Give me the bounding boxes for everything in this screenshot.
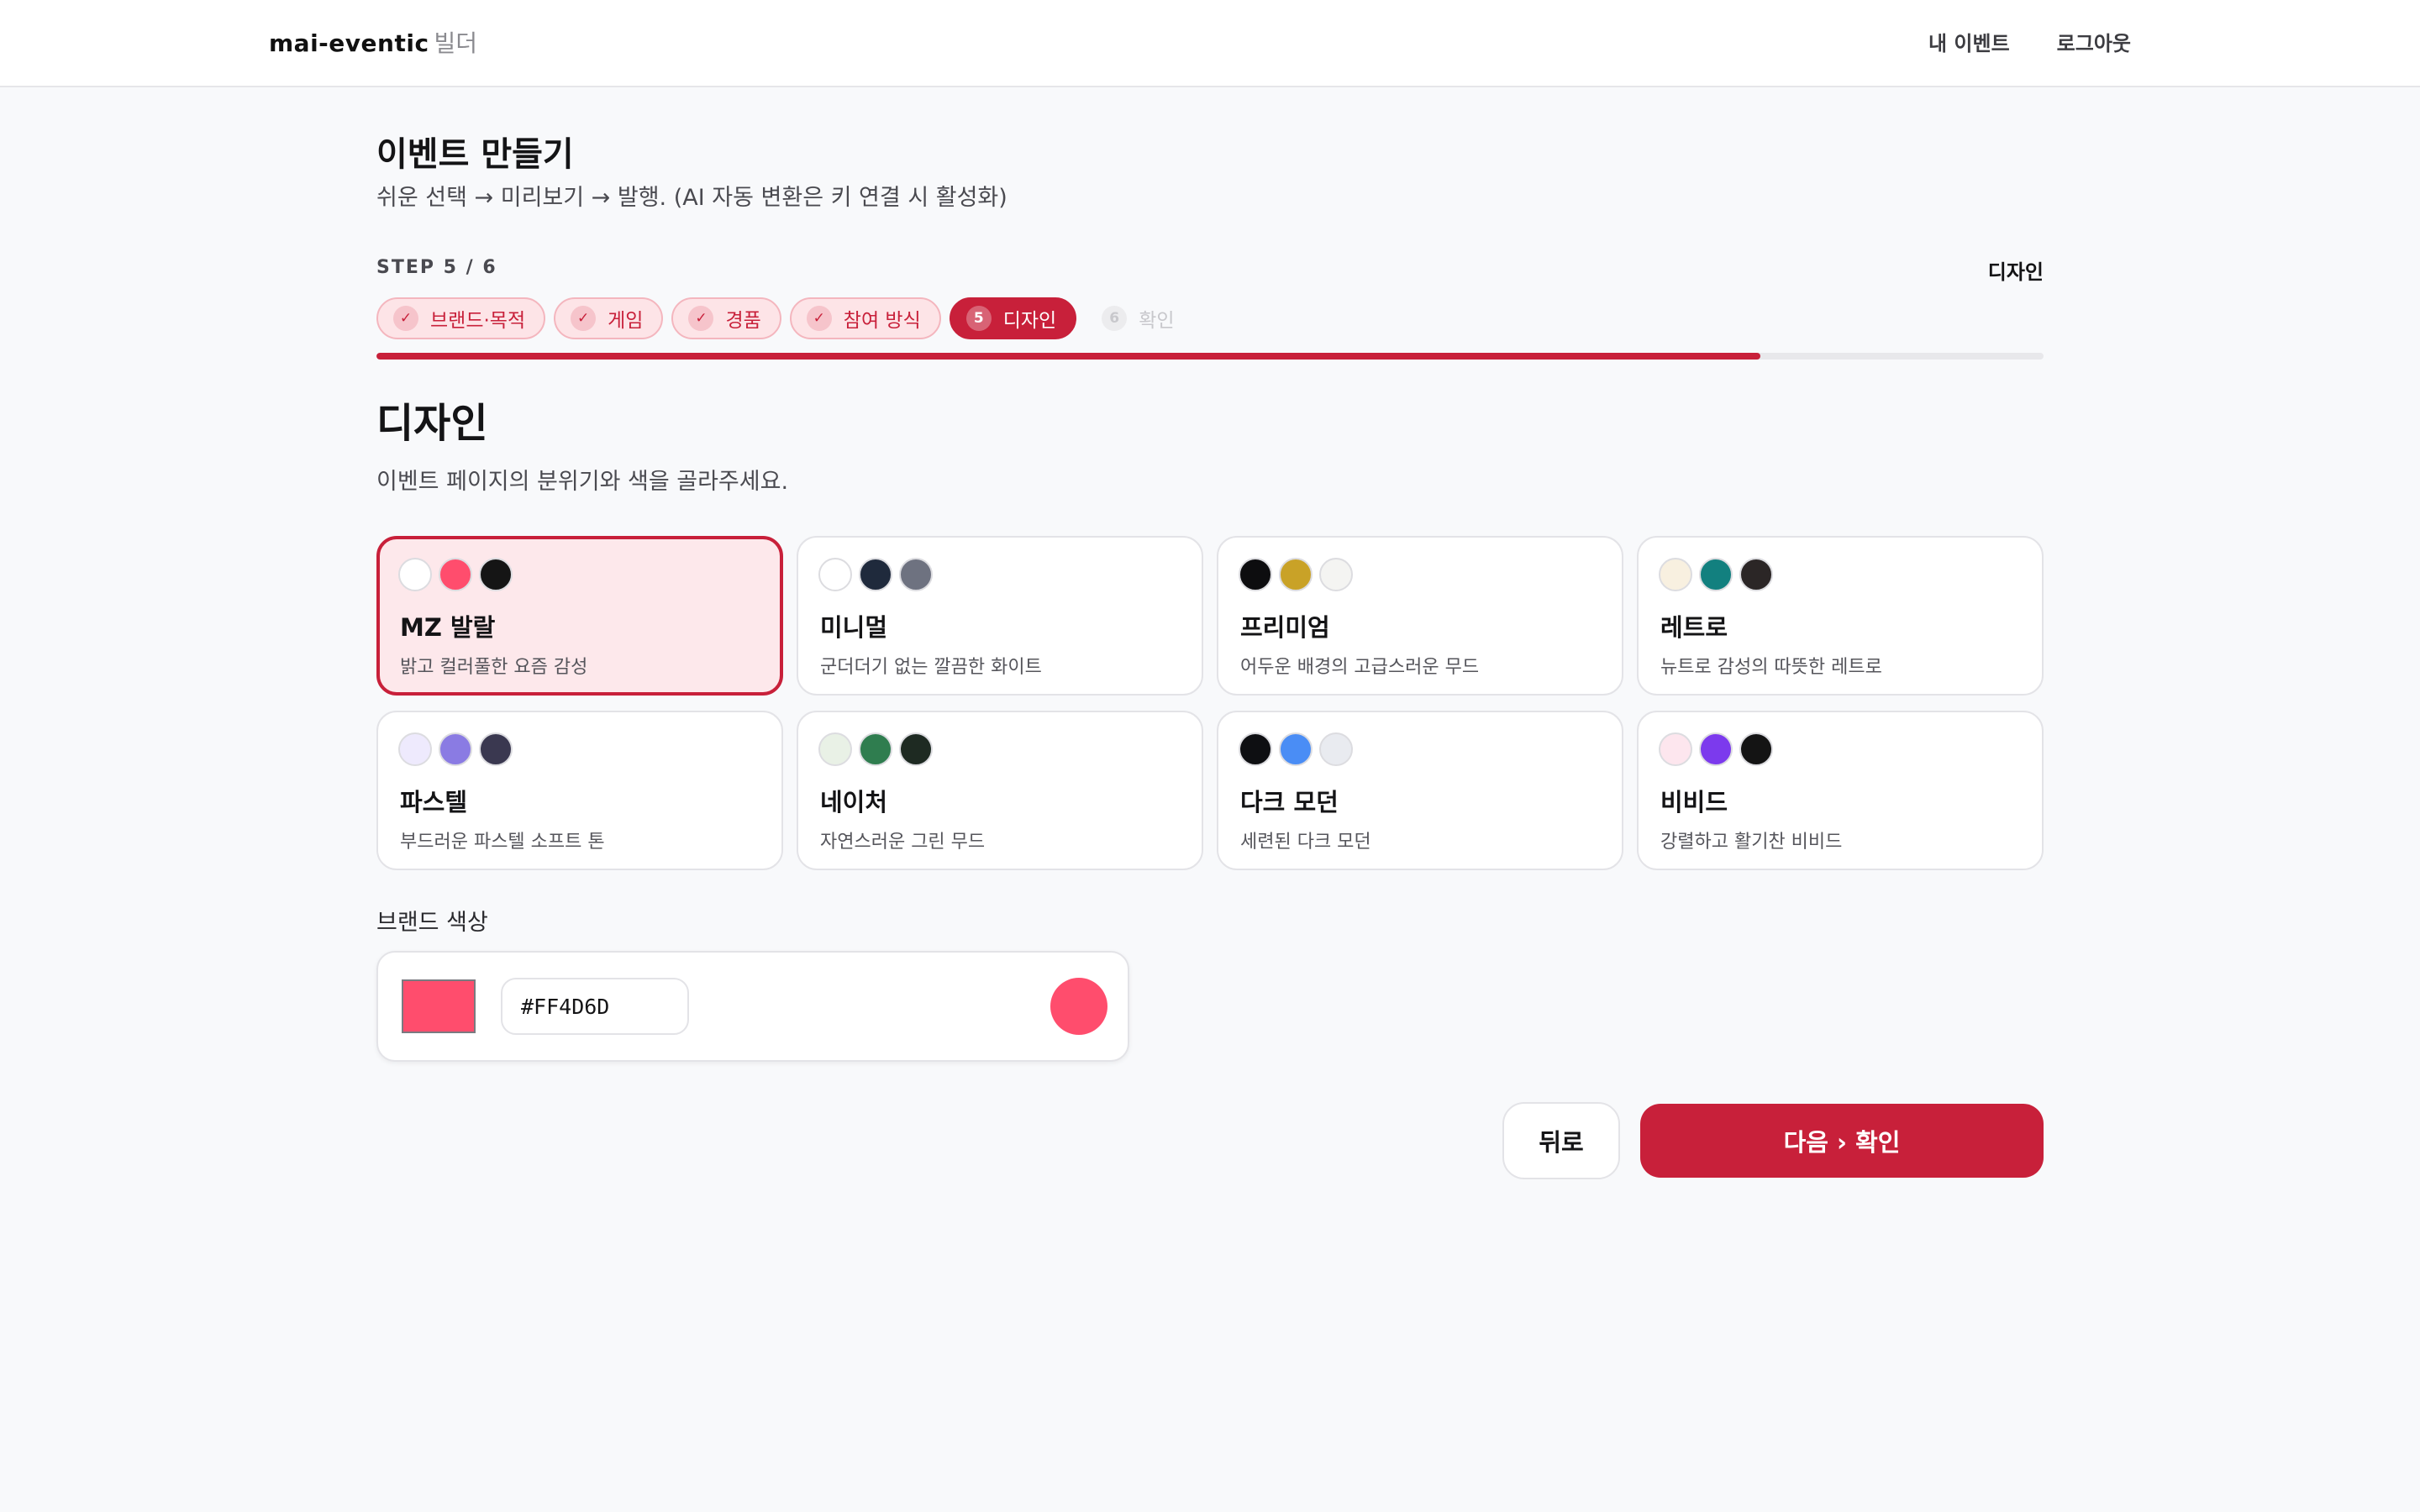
theme-description: 뉴트로 감성의 따뜻한 레트로 [1660,657,1882,678]
theme-name: 프리미엄 [1240,613,1330,642]
theme-card-premium[interactable]: 프리미엄 어두운 배경의 고급스러운 무드 [1217,536,1623,696]
color-picker-swatch[interactable] [402,979,476,1033]
theme-name: 네이처 [820,788,888,816]
brand-name: mai-eventic [269,29,429,57]
back-button[interactable]: 뒤로 [1502,1102,1620,1179]
color-swatch [1279,732,1313,766]
step-number: 6 [1102,306,1128,331]
step-chip-game[interactable]: ✓ 게임 [554,297,664,339]
check-icon: ✓ [393,306,418,331]
color-swatch [439,732,472,766]
theme-card-minimal[interactable]: 미니멀 군더더기 없는 깔끔한 화이트 [797,536,1203,696]
theme-swatches [818,732,933,766]
step-chip-brand-purpose[interactable]: ✓ 브랜드·목적 [376,297,546,339]
step-number: 5 [965,306,992,331]
theme-description: 어두운 배경의 고급스러운 무드 [1240,657,1480,678]
theme-name: 비비드 [1660,788,1728,816]
step-chip-participation[interactable]: ✓ 참여 방식 [789,297,941,339]
check-icon: ✓ [571,306,597,331]
color-swatch [1659,558,1692,591]
color-swatch [899,558,933,591]
section-title: 디자인 [376,400,488,447]
theme-card-mz[interactable]: MZ 발랄 밝고 컬러풀한 요즘 감성 [376,536,783,696]
progress-bar [376,353,2044,360]
step-label: 참여 방식 [843,310,921,332]
hex-color-input[interactable] [501,978,689,1035]
nav-logout-link[interactable]: 로그아웃 [2057,29,2131,59]
theme-description: 강렬하고 활기찬 비비드 [1660,832,1843,853]
theme-description: 부드러운 파스텔 소프트 톤 [400,832,605,853]
theme-description: 세련된 다크 모던 [1240,832,1371,853]
step-chip-prize[interactable]: ✓ 경품 [671,297,781,339]
theme-description: 군더더기 없는 깔끔한 화이트 [820,657,1042,678]
color-swatch [439,558,472,591]
theme-name: 미니멀 [820,613,888,642]
brand-subtitle: 빌더 [434,29,478,57]
theme-swatches [1659,732,1773,766]
color-swatch [1659,732,1692,766]
theme-swatches [1659,558,1773,591]
color-swatch [1699,558,1733,591]
color-swatch [398,558,432,591]
color-swatch [859,558,892,591]
progress-bar-fill [376,353,1760,360]
theme-name: 다크 모던 [1240,788,1339,816]
color-swatch [818,732,852,766]
color-swatch [479,732,513,766]
page-title: 이벤트 만들기 [376,135,574,174]
brand-color-picker [376,951,1129,1062]
color-swatch [1279,558,1313,591]
theme-swatches [398,558,513,591]
theme-card-dark-modern[interactable]: 다크 모던 세련된 다크 모던 [1217,711,1623,870]
color-swatch [899,732,933,766]
theme-name: MZ 발랄 [400,613,496,642]
next-button[interactable]: 다음 › 확인 [1640,1104,2044,1178]
theme-swatches [398,732,513,766]
color-swatch [1739,558,1773,591]
theme-card-vivid[interactable]: 비비드 강렬하고 활기찬 비비드 [1637,711,2044,870]
theme-swatches [818,558,933,591]
section-subtitle: 이벤트 페이지의 분위기와 색을 골라주세요. [376,469,789,495]
nav-my-events-link[interactable]: 내 이벤트 [1928,29,2010,59]
step-counter: STEP 5 / 6 [376,257,497,278]
page-subtitle: 쉬운 선택 → 미리보기 → 발행. (AI 자동 변환은 키 연결 시 활성화… [376,185,1007,211]
step-label: 경품 [725,310,761,332]
theme-name: 파스텔 [400,788,468,816]
theme-description: 자연스러운 그린 무드 [820,832,986,853]
color-swatch [1699,732,1733,766]
step-label: 게임 [608,310,644,332]
theme-card-pastel[interactable]: 파스텔 부드러운 파스텔 소프트 톤 [376,711,783,870]
theme-description: 밝고 컬러풀한 요즘 감성 [400,657,588,678]
color-preview-circle [1050,978,1107,1035]
theme-swatches [1239,558,1353,591]
theme-swatches [1239,732,1353,766]
color-swatch [1239,558,1272,591]
stepper: ✓ 브랜드·목적 ✓ 게임 ✓ 경품 ✓ 참여 방식 5 디자인 6 확인 [376,297,1195,339]
theme-name: 레트로 [1660,613,1728,642]
color-swatch [1319,558,1353,591]
color-swatch [818,558,852,591]
check-icon: ✓ [806,306,832,331]
color-swatch [859,732,892,766]
step-label: 확인 [1139,310,1175,332]
top-bar: mai-eventic 빌더 내 이벤트 로그아웃 [0,0,2420,87]
step-chip-confirm: 6 확인 [1085,297,1194,339]
top-nav: 내 이벤트 로그아웃 [1928,29,2131,59]
step-chip-design[interactable]: 5 디자인 [949,297,1077,339]
color-swatch [398,732,432,766]
color-swatch [1239,732,1272,766]
brand-logo[interactable]: mai-eventic 빌더 [269,29,477,59]
color-swatch [479,558,513,591]
step-label: 디자인 [1002,310,1057,332]
color-swatch [1739,732,1773,766]
check-icon: ✓ [688,306,714,331]
current-step-name: 디자인 [1987,260,2044,284]
step-label: 브랜드·목적 [430,310,526,332]
brand-color-label: 브랜드 색상 [376,910,488,936]
color-swatch [1319,732,1353,766]
theme-card-retro[interactable]: 레트로 뉴트로 감성의 따뜻한 레트로 [1637,536,2044,696]
theme-card-nature[interactable]: 네이처 자연스러운 그린 무드 [797,711,1203,870]
theme-grid: MZ 발랄 밝고 컬러풀한 요즘 감성 미니멀 군더더기 없는 깔끔한 화이트 … [376,536,2044,870]
